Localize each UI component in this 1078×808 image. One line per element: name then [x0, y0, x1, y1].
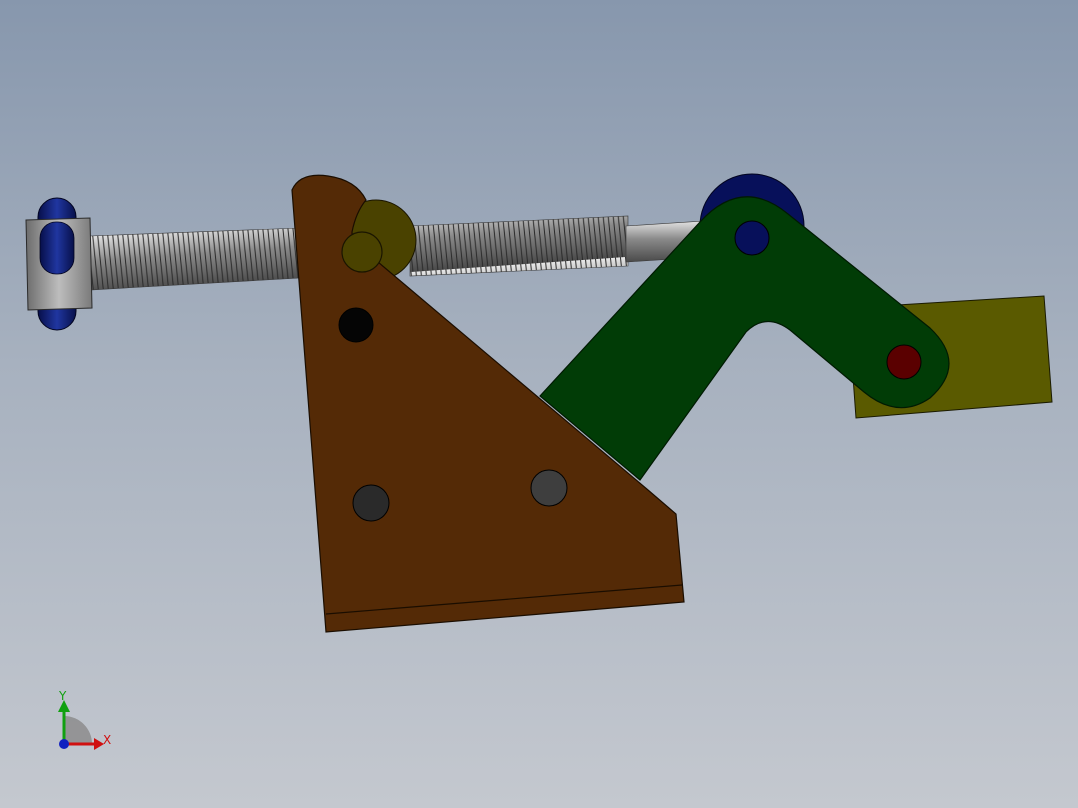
- arm-pin-dark-red[interactable]: [886, 344, 922, 380]
- reference-triad: Y X: [58, 689, 111, 750]
- bracket-hole-bottom-left[interactable]: [352, 484, 390, 522]
- bracket-hole-top[interactable]: [338, 307, 374, 343]
- threaded-rod-right-segment[interactable]: [409, 215, 629, 277]
- threaded-rod-left-segment[interactable]: [89, 227, 301, 291]
- pivot-bushing-inner[interactable]: [341, 231, 383, 273]
- graphics-viewport[interactable]: Y X: [0, 0, 1078, 808]
- handle-block-knob-window: [39, 221, 75, 275]
- triad-y-label: Y: [58, 689, 67, 703]
- arm-pin-navy[interactable]: [734, 220, 770, 256]
- triad-quarter-disc: [64, 716, 92, 744]
- triad-x-label: X: [103, 733, 111, 747]
- handle-block[interactable]: [25, 217, 93, 311]
- cad-model-view[interactable]: Y X: [0, 0, 1078, 808]
- triad-z-axis-dot: [59, 739, 69, 749]
- bracket-hole-bottom-right[interactable]: [530, 469, 568, 507]
